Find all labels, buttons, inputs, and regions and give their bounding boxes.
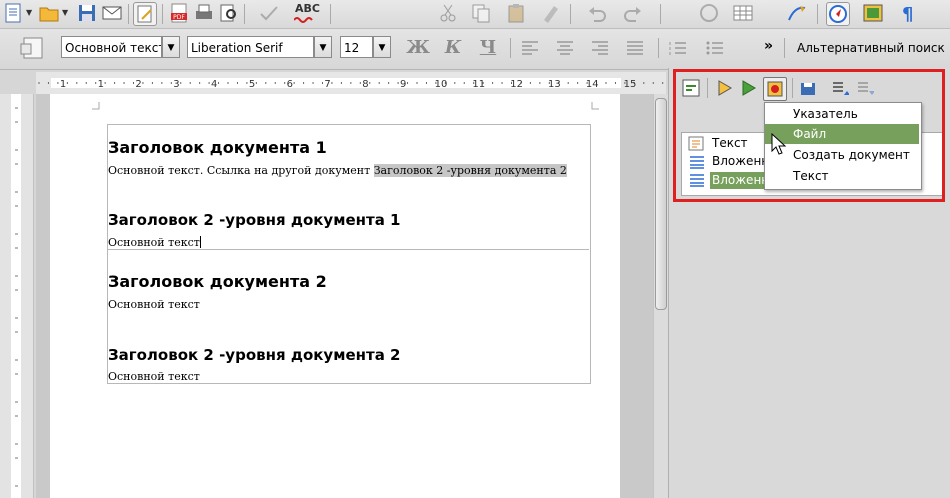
body-text: Основной текст. Ссылка на другой докумен… xyxy=(108,164,374,177)
navigator-icon[interactable] xyxy=(826,2,850,26)
open-folder-icon[interactable] xyxy=(38,2,60,24)
export-pdf-icon[interactable]: PDF xyxy=(168,2,190,24)
body-paragraph[interactable]: Основной текст xyxy=(108,298,200,311)
bullets-icon[interactable] xyxy=(705,38,725,58)
justify-icon[interactable] xyxy=(625,38,645,58)
font-name-combo[interactable]: Liberation Serif xyxy=(187,36,314,58)
ruler-label: 9 xyxy=(400,79,406,90)
copy-icon[interactable] xyxy=(470,2,492,24)
autocheck-spelling-icon[interactable]: ABC xyxy=(292,2,322,24)
section-frame xyxy=(107,124,591,384)
ruler-label: 12 xyxy=(510,79,523,90)
body-text: Основной текст xyxy=(108,236,200,249)
ruler-label: 11 xyxy=(472,79,485,90)
email-icon[interactable] xyxy=(101,2,123,24)
svg-text:PDF: PDF xyxy=(173,14,185,21)
save-icon[interactable] xyxy=(76,2,98,24)
gallery-icon[interactable] xyxy=(862,2,884,24)
paragraph-style-combo[interactable]: Основной текст xyxy=(61,36,162,58)
cross-reference-link[interactable]: Заголовок 2 -уровня документа 2 xyxy=(373,164,567,177)
body-paragraph[interactable]: Основной текст. Ссылка на другой докумен… xyxy=(108,164,567,177)
text-cursor xyxy=(199,236,201,248)
menu-item-index[interactable]: Указатель xyxy=(765,104,919,124)
align-center-icon[interactable] xyxy=(555,38,575,58)
print-icon[interactable] xyxy=(193,2,215,24)
heading-1-doc-2[interactable]: Заголовок документа 2 xyxy=(108,272,327,291)
ruler-label: 15 xyxy=(624,79,637,90)
chevron-down-icon[interactable]: ▼ xyxy=(373,36,391,58)
vertical-ruler[interactable] xyxy=(0,94,34,498)
ruler-label: 4 xyxy=(211,79,217,90)
menu-item-text[interactable]: Текст xyxy=(765,166,919,186)
more-tools-button[interactable]: » xyxy=(764,38,773,54)
ruler-label: 3 xyxy=(173,79,179,90)
italic-button[interactable]: К xyxy=(441,36,465,60)
font-size-combo[interactable]: 12 xyxy=(340,36,373,58)
heading-2-doc-2[interactable]: Заголовок 2 -уровня документа 2 xyxy=(108,346,400,364)
ruler-label: 8 xyxy=(362,79,368,90)
alternative-search-label[interactable]: Альтернативный поиск xyxy=(797,41,945,55)
scrollbar-thumb[interactable] xyxy=(655,98,667,310)
ruler-label: 7 xyxy=(324,79,330,90)
menu-item-new-document[interactable]: Создать документ xyxy=(765,145,919,165)
insert-dropdown-menu: Указатель Файл Создать документ Текст xyxy=(764,102,922,190)
numbering-icon[interactable] xyxy=(668,38,688,58)
svg-text:¶: ¶ xyxy=(902,4,913,24)
horizontal-ruler[interactable]: 1 1 2 3 4 5 6 7 8 9 10 11 12 13 14 15 xyxy=(36,72,666,95)
cut-icon[interactable] xyxy=(437,2,459,24)
formatting-marks-icon[interactable]: ¶ xyxy=(898,2,920,25)
heading-2-doc-1[interactable]: Заголовок 2 -уровня документа 1 xyxy=(108,211,400,229)
clone-format-icon[interactable] xyxy=(540,2,562,24)
redo-icon[interactable] xyxy=(622,2,644,24)
align-left-icon[interactable] xyxy=(520,38,540,58)
ruler-label: 6 xyxy=(287,79,293,90)
heading-1-doc-1[interactable]: Заголовок документа 1 xyxy=(108,138,327,157)
new-document-icon[interactable] xyxy=(2,2,24,24)
document-page[interactable]: Заголовок документа 1 Основной текст. Сс… xyxy=(50,94,620,498)
ruler-label: 10 xyxy=(435,79,448,90)
paste-icon[interactable] xyxy=(505,2,527,24)
chevron-down-icon[interactable]: ▼ xyxy=(314,36,332,58)
mouse-pointer-icon xyxy=(771,132,787,155)
underline-button[interactable]: Ч xyxy=(476,36,500,60)
ruler-label: 14 xyxy=(586,79,599,90)
section-divider xyxy=(107,249,589,250)
draw-functions-icon[interactable] xyxy=(786,2,808,24)
ruler-label: 13 xyxy=(548,79,561,90)
bold-button[interactable]: Ж xyxy=(406,36,430,60)
table-icon[interactable] xyxy=(732,2,754,24)
ruler-label: 2 xyxy=(135,79,141,90)
menu-item-file[interactable]: Файл xyxy=(765,124,919,144)
edit-mode-icon[interactable] xyxy=(133,2,157,26)
chevron-down-icon[interactable]: ▼ xyxy=(162,36,180,58)
ruler-label: 1 xyxy=(98,79,104,90)
undo-icon[interactable] xyxy=(586,2,608,24)
align-right-icon[interactable] xyxy=(590,38,610,58)
standard-toolbar: ▼ ▼ PDF ABC ¶ xyxy=(0,0,950,29)
hyperlink-icon[interactable] xyxy=(698,2,720,24)
body-paragraph[interactable]: Основной текст xyxy=(108,370,200,383)
styles-icon[interactable] xyxy=(18,34,48,64)
chevron-down-icon[interactable]: ▼ xyxy=(26,8,32,17)
print-preview-icon[interactable] xyxy=(217,2,239,24)
chevron-down-icon[interactable]: ▼ xyxy=(62,8,68,17)
body-paragraph[interactable]: Основной текст xyxy=(108,236,201,249)
ruler-label: 1 xyxy=(60,79,66,90)
spellcheck-icon[interactable] xyxy=(258,2,280,24)
ruler-label: 5 xyxy=(249,79,255,90)
